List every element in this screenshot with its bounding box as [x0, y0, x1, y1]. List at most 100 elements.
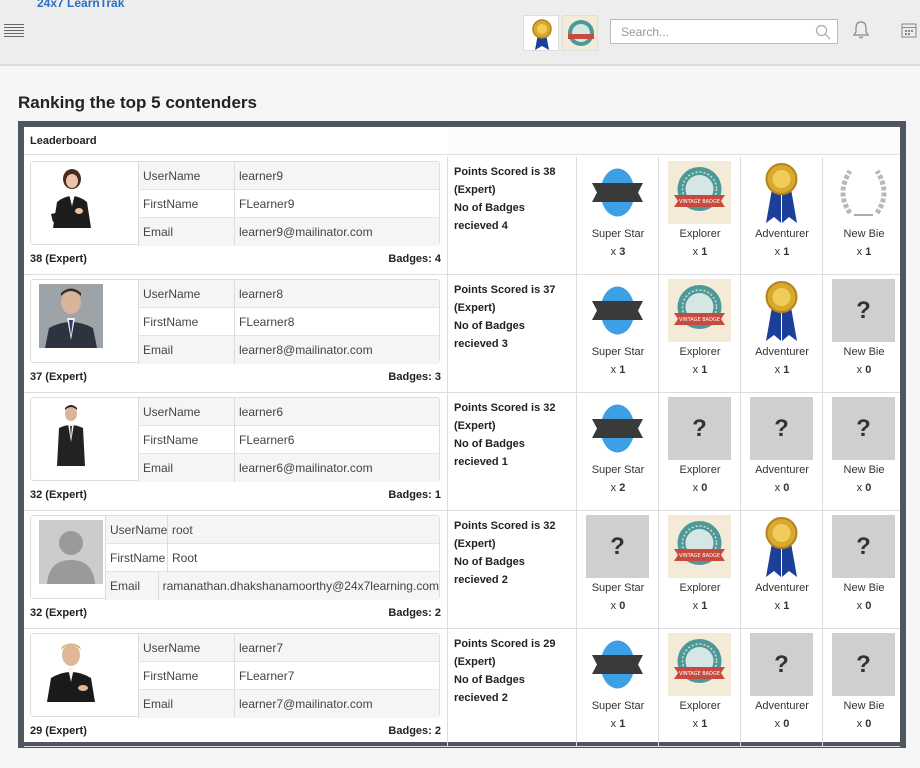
- badge-quantity: x 1: [856, 246, 872, 258]
- badge-name: Super Star: [591, 228, 645, 240]
- header-ribbon-badge-icon[interactable]: [523, 15, 559, 51]
- svg-text:VINTAGE BADGE: VINTAGE BADGE: [679, 317, 720, 323]
- adventurer-badge-icon: [750, 161, 813, 224]
- email-label: Email: [139, 218, 235, 246]
- badge-quantity: x 1: [610, 718, 626, 730]
- firstname-label: FirstName: [106, 543, 168, 572]
- user-info-table: UserName root FirstName Root Email ramanathan…: [105, 515, 439, 600]
- badge-super-star[interactable]: Super Star x 1: [577, 629, 659, 747]
- brand-logo[interactable]: 24x7 LearnTrak™: [37, 0, 131, 10]
- badge-explorer[interactable]: VINTAGE BADGE Explorer x 1: [659, 511, 741, 629]
- points-summary: Points Scored is 32 (Expert) No of Badges…: [448, 393, 577, 511]
- badge-quantity-value: 2: [619, 482, 626, 494]
- badge-quantity-value: 0: [783, 718, 790, 730]
- score-level: 37 (Expert): [30, 371, 87, 383]
- badge-explorer[interactable]: VINTAGE BADGE Explorer x 1: [659, 629, 741, 747]
- username-value: root: [172, 522, 193, 537]
- badge-name: Explorer: [679, 346, 721, 358]
- badge-quantity-value: 1: [783, 364, 790, 376]
- bell-icon[interactable]: [852, 20, 870, 40]
- badge-super-star[interactable]: Super Star x 3: [577, 157, 659, 275]
- score-level: 32 (Expert): [30, 607, 87, 619]
- badge-quantity-value: 0: [865, 482, 872, 494]
- badge-new-bie[interactable]: New Bie x 1: [823, 157, 905, 275]
- badge-count: Badges: 2: [388, 607, 441, 619]
- badge-adventurer[interactable]: ? Adventurer x 0: [741, 393, 823, 511]
- locked-badge-icon: ?: [832, 515, 895, 578]
- avatar: [39, 402, 103, 466]
- points-summary: Points Scored is 29 (Expert) No of Badges…: [448, 629, 577, 747]
- firstname-label: FirstName: [139, 661, 235, 690]
- user-cell: UserName learner7 FirstName FLearner7 Email l…: [24, 629, 448, 747]
- badge-name: Explorer: [679, 582, 721, 594]
- brand-name: 24x7 LearnTrak: [37, 0, 125, 10]
- firstname-value: FLearner8: [239, 314, 295, 329]
- badge-adventurer[interactable]: Adventurer x 1: [741, 275, 823, 393]
- badge-quantity: x 1: [692, 364, 708, 376]
- badge-quantity-value: 1: [783, 600, 790, 612]
- points-summary: Points Scored is 32 (Expert) No of Badges…: [448, 511, 577, 629]
- hamburger-menu-icon[interactable]: [4, 24, 24, 38]
- badge-name: New Bie: [843, 582, 885, 594]
- badge-quantity: x 1: [692, 718, 708, 730]
- firstname-value: FLearner7: [239, 668, 295, 683]
- badge-quantity: x 1: [774, 364, 790, 376]
- badge-quantity-value: 1: [865, 246, 872, 258]
- points-scored-text: Points Scored is 37 (Expert): [454, 284, 556, 314]
- email-label: Email: [139, 336, 235, 364]
- badge-name: Super Star: [591, 700, 645, 712]
- locked-badge-icon: ?: [586, 515, 649, 578]
- locked-badge-icon: ?: [832, 279, 895, 342]
- badge-count: Badges: 4: [388, 253, 441, 265]
- badge-explorer[interactable]: ? Explorer x 0: [659, 393, 741, 511]
- username-label: UserName: [139, 633, 235, 662]
- svg-text:VINTAGE BADGE: VINTAGE BADGE: [679, 199, 720, 205]
- avatar: [39, 520, 103, 584]
- badge-count: Badges: 2: [388, 725, 441, 737]
- header-vintage-badge-icon[interactable]: [562, 15, 598, 51]
- badge-adventurer[interactable]: ? Adventurer x 0: [741, 629, 823, 747]
- username-label: UserName: [106, 515, 168, 544]
- points-scored-text: Points Scored is 32 (Expert): [454, 402, 556, 432]
- search-input[interactable]: [611, 20, 806, 43]
- search-icon[interactable]: [815, 24, 831, 40]
- badge-new-bie[interactable]: ? New Bie x 0: [823, 629, 905, 747]
- username-value: learner9: [239, 168, 284, 183]
- badge-count: Badges: 3: [388, 371, 441, 383]
- badge-name: Adventurer: [755, 700, 809, 712]
- locked-badge-icon: ?: [668, 397, 731, 460]
- badge-quantity-value: 0: [783, 482, 790, 494]
- badge-quantity-value: 0: [701, 482, 708, 494]
- user-card: UserName learner8 FirstName FLearner8 Email l…: [30, 279, 440, 364]
- badge-adventurer[interactable]: Adventurer x 1: [741, 157, 823, 275]
- username-value: learner7: [239, 640, 284, 655]
- email-label: Email: [106, 572, 159, 600]
- locked-badge-icon: ?: [750, 633, 813, 696]
- leaderboard-row: UserName learner9 FirstName FLearner9 Email l…: [24, 157, 900, 275]
- user-card: UserName learner7 FirstName FLearner7 Email l…: [30, 633, 440, 718]
- badge-quantity: x 2: [610, 482, 626, 494]
- badge-explorer[interactable]: VINTAGE BADGE Explorer x 1: [659, 157, 741, 275]
- badge-quantity: x 0: [774, 718, 790, 730]
- badge-name: Adventurer: [755, 464, 809, 476]
- user-card: UserName learner9 FirstName FLearner9 Email l…: [30, 161, 440, 246]
- email-value: learner8@mailinator.com: [239, 343, 373, 357]
- badge-adventurer[interactable]: Adventurer x 1: [741, 511, 823, 629]
- badge-super-star[interactable]: Super Star x 2: [577, 393, 659, 511]
- badge-super-star[interactable]: Super Star x 1: [577, 275, 659, 393]
- badge-quantity: x 0: [856, 364, 872, 376]
- badge-new-bie[interactable]: ? New Bie x 0: [823, 511, 905, 629]
- user-info-table: UserName learner8 FirstName FLearner8 Email l…: [138, 279, 439, 364]
- badge-quantity-value: 1: [701, 364, 708, 376]
- badge-new-bie[interactable]: ? New Bie x 0: [823, 275, 905, 393]
- firstname-value: Root: [172, 550, 198, 565]
- points-scored-text: Points Scored is 32 (Expert): [454, 520, 556, 550]
- badge-super-star[interactable]: ? Super Star x 0: [577, 511, 659, 629]
- calendar-icon[interactable]: [901, 22, 917, 38]
- badge-new-bie[interactable]: ? New Bie x 0: [823, 393, 905, 511]
- badges-received-text: No of Badges recieved 2: [454, 674, 525, 704]
- badge-explorer[interactable]: VINTAGE BADGE Explorer x 1: [659, 275, 741, 393]
- leaderboard-heading-filler: [448, 127, 900, 155]
- badges-received-text: No of Badges recieved 2: [454, 556, 525, 586]
- firstname-label: FirstName: [139, 425, 235, 454]
